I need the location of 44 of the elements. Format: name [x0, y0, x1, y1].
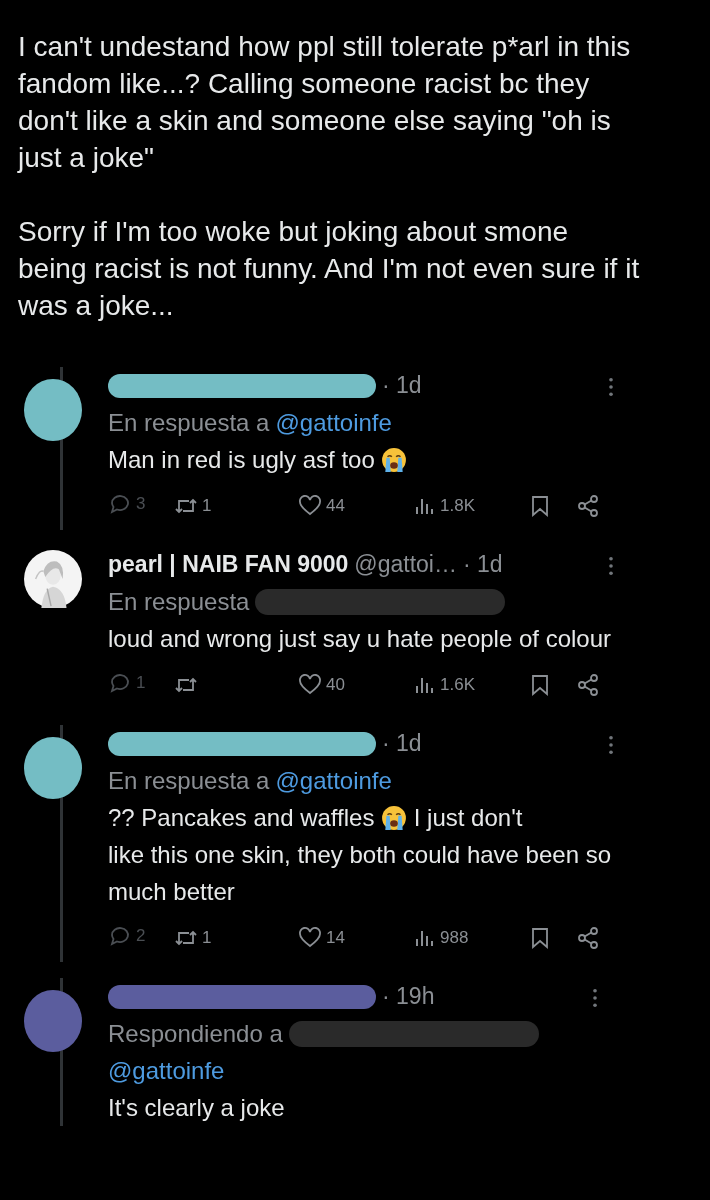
more-icon[interactable]	[608, 735, 614, 755]
views-count: 1.8K	[440, 496, 475, 516]
reply-text: loud and wrong just say u hate people of colour	[108, 625, 611, 652]
post-text: I can't undestand how ppl still tolerate p*arl in this fandom like...? Calling someone racist bc they don't like a skin and someone else saying "oh is just a joke"	[18, 30, 632, 175]
heart-icon[interactable]	[298, 926, 322, 950]
reply-count: 2	[136, 926, 146, 946]
heart-icon[interactable]	[298, 494, 322, 518]
like-count: 14	[326, 928, 345, 948]
views-count: 988	[440, 928, 469, 948]
reply-text: It's clearly a joke	[108, 1094, 285, 1121]
post-time: · 1d	[463, 551, 503, 578]
share-icon[interactable]	[576, 494, 600, 518]
mention-link[interactable]: @gattoinfe	[108, 1052, 225, 1089]
post-text: Sorry if I'm too woke but joking about smone being racist is not funny. And I'm not even sure if it was a joke...	[18, 215, 640, 323]
reply-text: I just don't	[413, 804, 523, 831]
retweet-count: 1	[202, 496, 212, 516]
reply-count: 1	[136, 673, 146, 693]
user-handle: @gattoi…	[354, 551, 457, 578]
views-count: 1.6K	[440, 675, 475, 695]
more-icon[interactable]	[592, 988, 598, 1008]
post-time: · 1d	[382, 372, 422, 399]
mention-link[interactable]: @gattoinfe	[275, 762, 392, 799]
crying-face-icon	[381, 447, 408, 473]
reply-text: ?? Pancakes and waffles	[108, 804, 375, 831]
retweet-count: 1	[202, 928, 212, 948]
post-time: · 1d	[382, 730, 422, 757]
reply-to-label: En respuesta a	[108, 766, 270, 796]
share-icon[interactable]	[576, 673, 600, 697]
heart-icon[interactable]	[298, 673, 322, 697]
reply-to-label: En respuesta	[108, 587, 250, 617]
share-icon[interactable]	[576, 926, 600, 950]
mention-link[interactable]: @gattoinfe	[275, 404, 392, 441]
reply-to-label: En respuesta a	[108, 408, 270, 438]
crying-face-icon	[381, 805, 408, 831]
reply-text: Man in red is ugly asf too	[108, 446, 375, 473]
reply-count: 3	[136, 494, 146, 514]
post-time: · 19h	[382, 983, 435, 1010]
user-name[interactable]: pearl | NAIB FAN 9000	[108, 551, 349, 578]
reply-text: like this one skin, they both could have been so much better	[108, 840, 612, 907]
like-count: 40	[326, 675, 345, 695]
reply-to-label: Respondiendo a	[108, 1019, 283, 1049]
more-icon[interactable]	[608, 556, 614, 576]
more-icon[interactable]	[608, 377, 614, 397]
like-count: 44	[326, 496, 345, 516]
